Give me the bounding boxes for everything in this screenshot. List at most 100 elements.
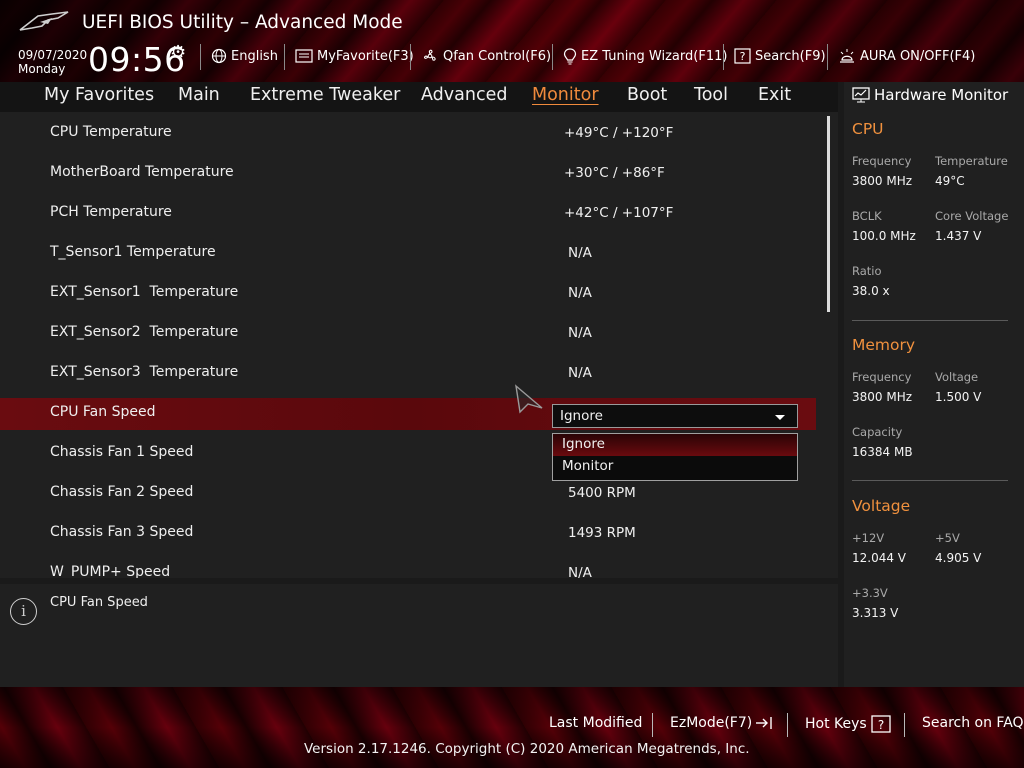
setting-value: +42°C / +107°F	[564, 205, 674, 221]
app-title: UEFI BIOS Utility – Advanced Mode	[82, 12, 403, 33]
tab-exit[interactable]: Exit	[758, 85, 791, 105]
memory-heading: Memory	[852, 336, 916, 354]
cpu-heading: CPU	[852, 120, 884, 138]
setting-row-ext-sensor1-temperature[interactable]: EXT_Sensor1 Temperature N/A	[0, 273, 816, 313]
setting-row-chassis-fan-2-speed[interactable]: Chassis Fan 2 Speed 5400 RPM	[0, 473, 816, 513]
tab-main[interactable]: Main	[178, 85, 220, 105]
myfavorite-label: MyFavorite(F3)	[317, 48, 414, 64]
setting-label: T_Sensor1 Temperature	[50, 244, 216, 260]
setting-row-ext-sensor3-temperature[interactable]: EXT_Sensor3 Temperature N/A	[0, 353, 816, 393]
hot-keys-button[interactable]: Hot Keys ?	[805, 715, 891, 733]
tab-boot[interactable]: Boot	[627, 85, 667, 105]
cpu-ratio-value: 38.0 x	[852, 284, 890, 298]
voltage-12v-value: 12.044 V	[852, 551, 907, 565]
setting-row-chassis-fan-3-speed[interactable]: Chassis Fan 3 Speed 1493 RPM	[0, 513, 816, 553]
setting-value: +49°C / +120°F	[564, 125, 674, 141]
setting-row-motherboard-temperature[interactable]: MotherBoard Temperature +30°C / +86°F	[0, 153, 816, 193]
setting-row-cpu-temperature[interactable]: CPU Temperature +49°C / +120°F	[0, 113, 816, 153]
voltage-heading: Voltage	[852, 497, 911, 515]
lightbulb-icon	[563, 47, 577, 65]
setting-label: MotherBoard Temperature	[50, 164, 234, 180]
setting-label: Chassis Fan 1 Speed	[50, 444, 194, 460]
tab-tool[interactable]: Tool	[694, 85, 728, 105]
cpu-ratio-label: Ratio	[852, 264, 882, 278]
divider	[723, 44, 724, 70]
help-box-icon: ?	[871, 715, 891, 733]
aura-label: AURA ON/OFF(F4)	[860, 48, 976, 64]
ez-tuning-wizard-label: EZ Tuning Wizard(F11)	[581, 48, 728, 64]
help-panel: i CPU Fan Speed	[0, 584, 838, 687]
cpu-temperature-value: 49°C	[935, 174, 965, 188]
hardware-monitor-panel: Hardware Monitor CPU Frequency 3800 MHz …	[844, 82, 1024, 687]
myfavorite-button[interactable]: MyFavorite(F3)	[295, 46, 414, 66]
setting-value: N/A	[568, 245, 592, 261]
main-tabs: My Favorites Main Extreme Tweaker Advanc…	[0, 82, 838, 112]
ez-tuning-wizard-button[interactable]: EZ Tuning Wizard(F11)	[563, 46, 727, 66]
setting-label: EXT_Sensor3 Temperature	[50, 364, 239, 380]
setting-row-chassis-fan-1-speed[interactable]: Chassis Fan 1 Speed	[0, 433, 540, 473]
memory-voltage-value: 1.500 V	[935, 390, 982, 404]
setting-label: PCH Temperature	[50, 204, 172, 220]
cpu-temperature-label: Temperature	[935, 154, 1008, 168]
tab-extreme-tweaker[interactable]: Extreme Tweaker	[250, 85, 400, 105]
language-label: English	[231, 48, 278, 64]
ezmode-button[interactable]: EzMode(F7)	[670, 715, 774, 731]
voltage-12v-label: +12V	[852, 531, 885, 545]
setting-value: 5400 RPM	[568, 485, 636, 501]
gear-icon[interactable]: ⚙	[170, 42, 186, 63]
memory-capacity-label: Capacity	[852, 425, 903, 439]
setting-row-w-pump-speed[interactable]: W_PUMP+ Speed N/A	[0, 553, 816, 578]
setting-row-ext-sensor2-temperature[interactable]: EXT_Sensor2 Temperature N/A	[0, 313, 816, 353]
tab-my-favorites[interactable]: My Favorites	[44, 85, 154, 105]
setting-label: CPU Temperature	[50, 124, 172, 140]
divider	[852, 480, 1008, 481]
aura-light-icon	[838, 48, 856, 64]
divider	[284, 44, 285, 70]
scrollbar[interactable]	[827, 116, 830, 312]
aura-toggle-button[interactable]: AURA ON/OFF(F4)	[838, 46, 975, 66]
chevron-down-icon[interactable]	[775, 415, 785, 420]
svg-text:?: ?	[878, 718, 884, 732]
cpu-fan-speed-select[interactable]: Ignore	[552, 404, 798, 428]
setting-label: EXT_Sensor1 Temperature	[50, 284, 239, 300]
setting-value: N/A	[568, 325, 592, 341]
day-label: Monday	[18, 62, 66, 76]
setting-label: CPU Fan Speed	[50, 404, 156, 420]
memory-frequency-label: Frequency	[852, 370, 912, 384]
hardware-monitor-title: Hardware Monitor	[852, 86, 1008, 104]
hardware-monitor-label: Hardware Monitor	[874, 86, 1009, 104]
divider	[200, 44, 201, 70]
monitor-icon	[852, 87, 870, 103]
setting-value: N/A	[568, 285, 592, 301]
divider	[552, 44, 553, 70]
setting-label: Chassis Fan 3 Speed	[50, 524, 194, 540]
search-label: Search(F9)	[755, 48, 826, 64]
setting-label: Chassis Fan 2 Speed	[50, 484, 194, 500]
cpu-core-voltage-value: 1.437 V	[935, 229, 982, 243]
tab-monitor[interactable]: Monitor	[532, 85, 599, 105]
header-bar: UEFI BIOS Utility – Advanced Mode 09/07/…	[0, 0, 1024, 82]
memory-frequency-value: 3800 MHz	[852, 390, 913, 404]
tab-advanced[interactable]: Advanced	[421, 85, 507, 105]
search-faq-button[interactable]: Search on FAQ	[922, 715, 1024, 731]
divider	[652, 713, 653, 737]
language-button[interactable]: English	[211, 46, 278, 66]
voltage-5v-label: +5V	[935, 531, 960, 545]
cpu-core-voltage-label: Core Voltage	[935, 209, 1009, 223]
setting-row-pch-temperature[interactable]: PCH Temperature +42°C / +107°F	[0, 193, 816, 233]
qfan-control-button[interactable]: Qfan Control(F6)	[421, 46, 551, 66]
search-button[interactable]: ? Search(F9)	[734, 46, 826, 66]
cpu-frequency-label: Frequency	[852, 154, 912, 168]
dropdown-option-ignore[interactable]: Ignore	[553, 434, 797, 456]
voltage-3v3-value: 3.313 V	[852, 606, 899, 620]
copyright-text: Version 2.17.1246. Copyright (C) 2020 Am…	[304, 741, 750, 757]
globe-icon	[211, 48, 227, 64]
last-modified-button[interactable]: Last Modified	[549, 715, 642, 731]
memory-voltage-label: Voltage	[935, 370, 979, 384]
setting-row-t-sensor1-temperature[interactable]: T_Sensor1 Temperature N/A	[0, 233, 816, 273]
divider	[410, 44, 411, 70]
rog-logo-icon	[19, 11, 69, 31]
svg-text:?: ?	[740, 50, 746, 63]
setting-label: W_PUMP+ Speed	[50, 564, 171, 578]
mouse-cursor-icon	[515, 384, 543, 414]
